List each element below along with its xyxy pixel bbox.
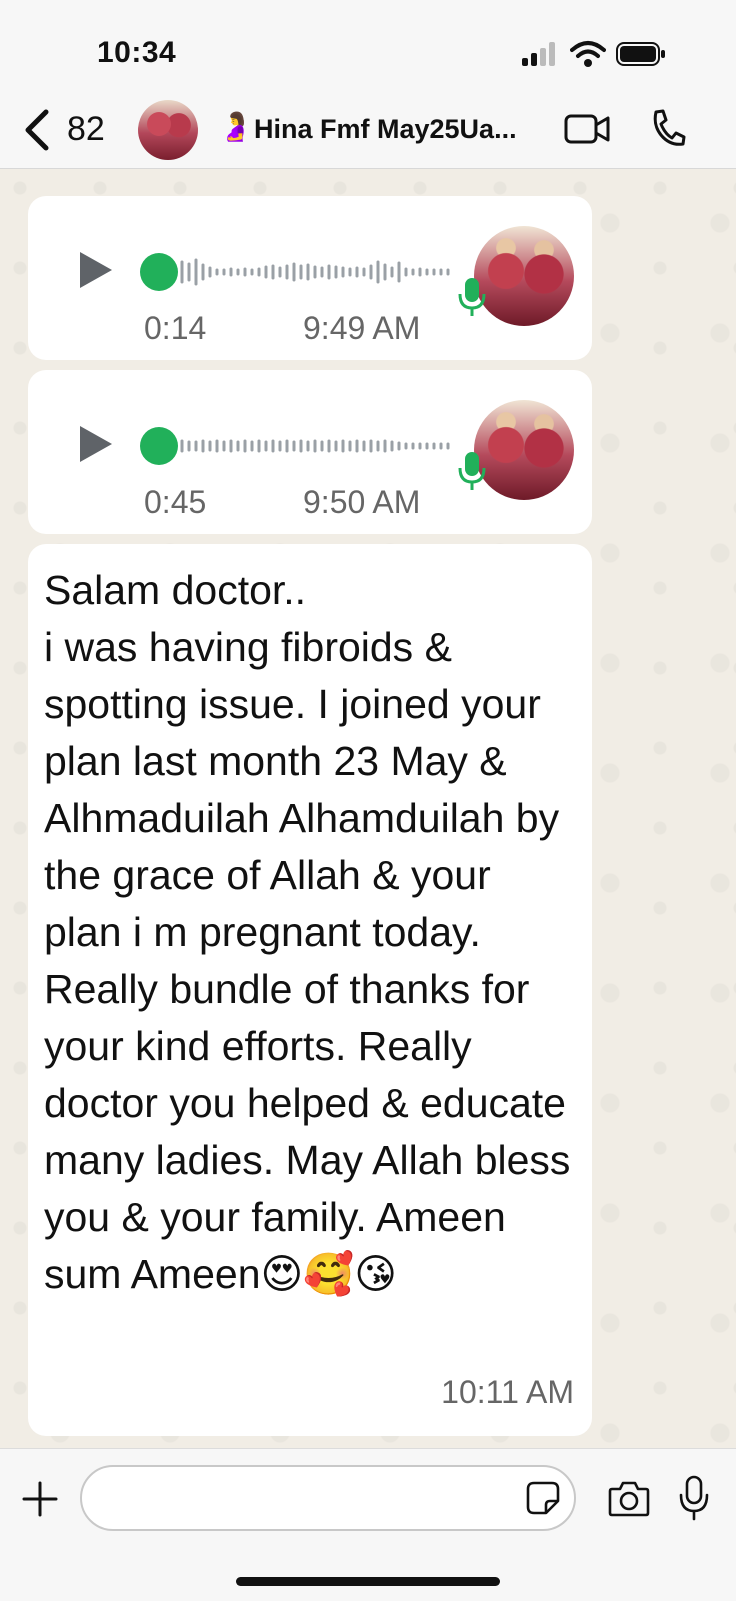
status-time: 10:34 <box>97 36 177 69</box>
text-message[interactable]: Salam doctor.. i was having fibroids & s… <box>28 544 592 1436</box>
battery-icon <box>616 42 665 66</box>
waveform <box>180 439 450 453</box>
phone-icon[interactable] <box>650 108 686 148</box>
play-icon[interactable] <box>76 422 116 466</box>
contact-avatar[interactable] <box>138 100 198 160</box>
status-bar: 10:34 <box>0 0 736 100</box>
message-time: 9:50 AM <box>303 484 421 520</box>
wifi-icon <box>570 41 606 67</box>
voice-message[interactable]: 0:45 9:50 AM <box>28 370 592 534</box>
back-chevron-icon[interactable] <box>22 108 52 152</box>
sender-avatar <box>474 226 574 326</box>
waveform <box>180 258 450 286</box>
sender-avatar <box>474 400 574 500</box>
play-icon[interactable] <box>76 248 116 292</box>
plus-icon[interactable] <box>22 1481 58 1517</box>
video-call-icon[interactable] <box>564 112 610 146</box>
message-time: 9:49 AM <box>303 310 421 346</box>
cellular-signal-icon <box>522 42 558 66</box>
playback-knob[interactable] <box>140 427 178 465</box>
voice-message[interactable]: 0:14 9:49 AM <box>28 196 592 360</box>
mic-icon <box>458 278 486 316</box>
voice-duration: 0:14 <box>144 310 207 346</box>
playback-knob[interactable] <box>140 253 178 291</box>
mic-icon <box>458 452 486 490</box>
voice-duration: 0:45 <box>144 484 207 520</box>
unread-count[interactable]: 82 <box>67 110 105 149</box>
camera-icon[interactable] <box>608 1479 650 1517</box>
chat-header: 82 🤰 Hina Fmf May25Ua... <box>0 100 736 169</box>
message-input[interactable] <box>80 1465 576 1531</box>
message-input-bar <box>0 1448 736 1601</box>
mic-icon[interactable] <box>678 1475 710 1521</box>
chat-emoji: 🤰 <box>218 111 253 142</box>
chat-name[interactable]: Hina Fmf May25Ua... <box>254 114 517 145</box>
message-time: 10:11 AM <box>441 1374 574 1410</box>
message-text: Salam doctor.. i was having fibroids & s… <box>44 567 571 1297</box>
sticker-icon[interactable] <box>526 1481 560 1515</box>
home-indicator[interactable] <box>236 1577 500 1586</box>
